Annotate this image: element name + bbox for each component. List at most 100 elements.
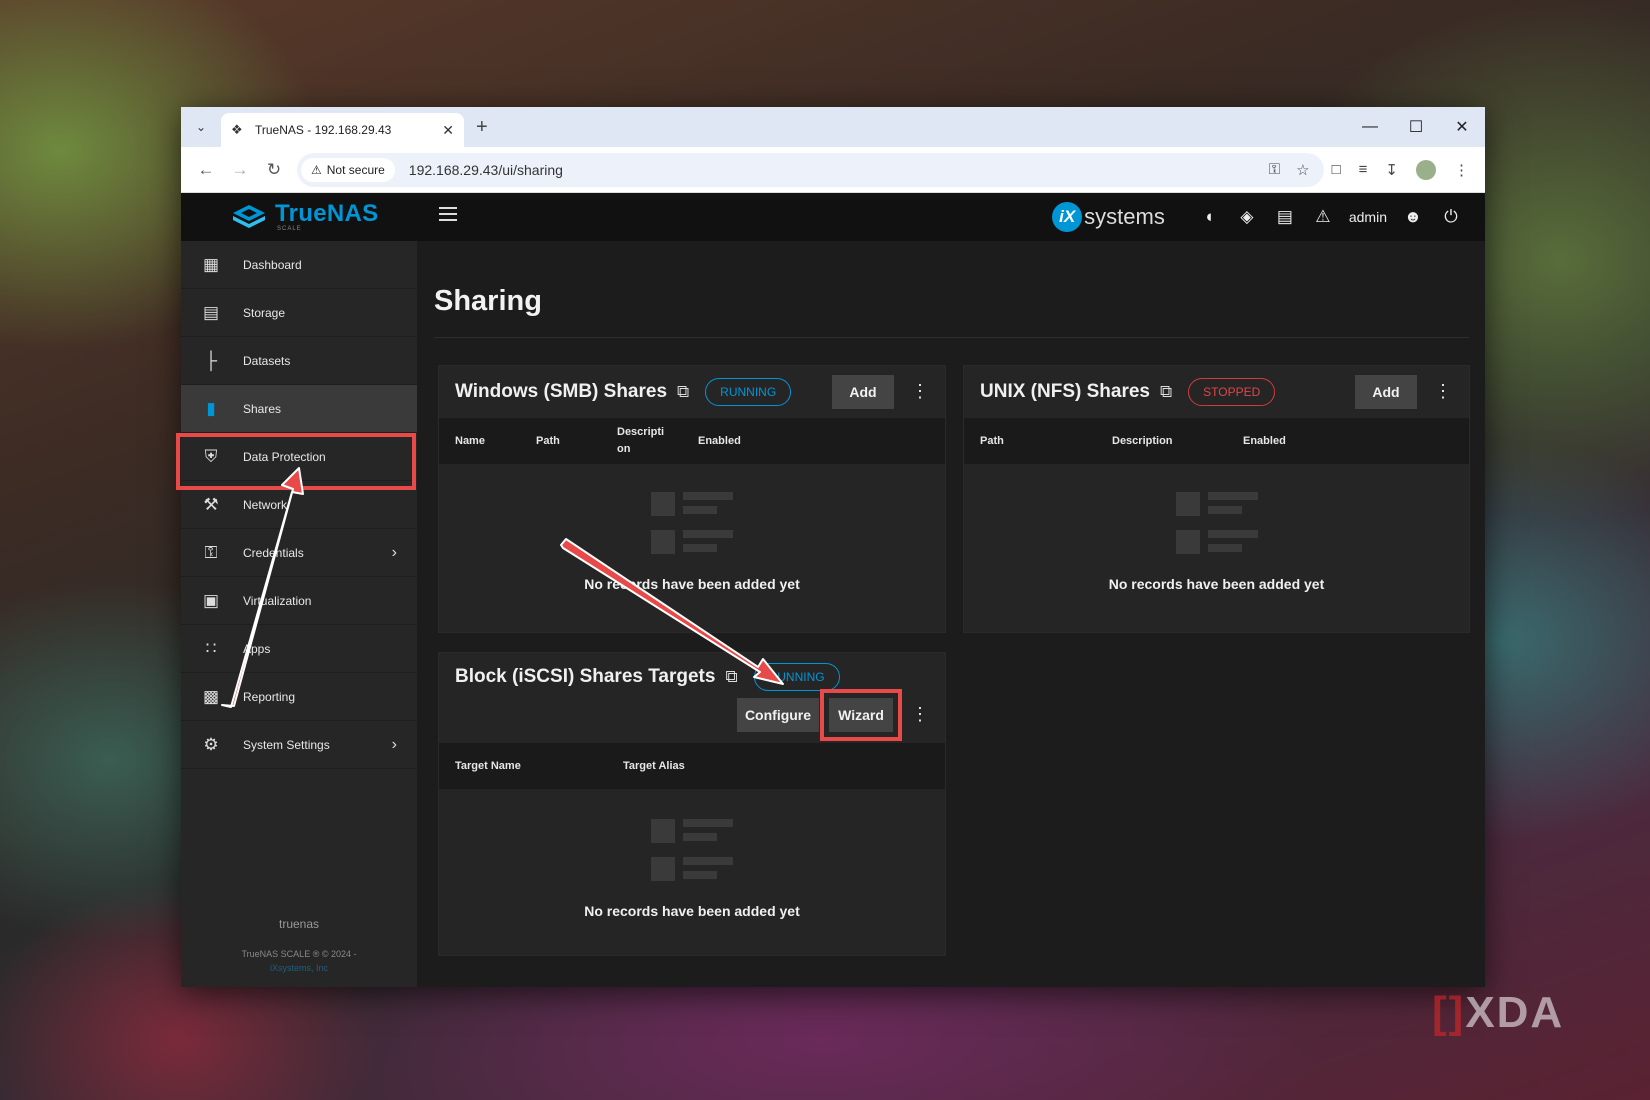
tasks-clipboard-icon[interactable]: ▤ <box>1273 205 1297 229</box>
title-divider <box>434 337 1469 338</box>
sidebar-item-label: Dashboard <box>243 257 302 272</box>
empty-list-icon <box>1175 492 1258 556</box>
truenas-app: TrueNAS SCALE iX systems ◖ ◈ ▤ ⚠ admin ☻ ⏻… <box>176 193 1485 987</box>
minimize-icon[interactable]: — <box>1347 107 1393 147</box>
ix-logo-icon: iX <box>1052 202 1083 232</box>
chevron-right-icon: › <box>391 543 397 561</box>
configure-button[interactable]: Configure <box>737 698 819 732</box>
status-badge: RUNNING <box>705 378 792 406</box>
empty-state-text: No records have been added yet <box>1108 576 1325 592</box>
status-badge: RUNNING <box>753 663 840 691</box>
page-title: Sharing <box>434 285 542 317</box>
account-circle-icon[interactable]: ☻ <box>1401 205 1425 229</box>
external-link-icon[interactable]: ⧉ <box>725 667 737 687</box>
new-tab-icon[interactable]: + <box>476 116 488 139</box>
password-key-icon[interactable]: ⚿ <box>1269 161 1280 179</box>
datasets-icon: ├ <box>204 350 218 370</box>
truenas-logo-icon <box>233 205 265 228</box>
url-text: 192.168.29.43/ui/sharing <box>408 161 563 178</box>
browser-tab[interactable]: ❖ TrueNAS - 192.168.29.43 ✕ <box>221 113 464 147</box>
column-header[interactable]: Path <box>536 418 560 464</box>
sidebar-item-apps[interactable]: ∷ Apps <box>181 625 417 673</box>
sidebar-footer: truenas TrueNAS SCALE ® © 2024 - iXsyste… <box>181 917 417 987</box>
sidebar-item-dashboard[interactable]: ▦ Dashboard <box>181 241 417 289</box>
more-vert-icon[interactable]: ⋮ <box>1434 381 1452 402</box>
column-header[interactable]: Target Alias <box>623 743 685 789</box>
sidebar-item-label: Apps <box>243 641 271 656</box>
sidebar-item-label: Network <box>243 497 288 512</box>
close-window-icon[interactable]: ✕ <box>1439 107 1485 147</box>
copyright-text: TrueNAS SCALE ® © 2024 - <box>241 949 357 959</box>
browser-window: ⌄ ❖ TrueNAS - 192.168.29.43 ✕ + — ☐ ✕ ← … <box>176 107 1485 987</box>
column-header[interactable]: Description <box>1112 418 1173 464</box>
ixsystems-logo[interactable]: iX systems <box>1052 202 1165 232</box>
download-icon[interactable]: ↧ <box>1385 161 1398 179</box>
sidebar-item-label: System Settings <box>243 737 330 752</box>
empty-state-text: No records have been added yet <box>584 576 800 592</box>
profile-avatar[interactable] <box>1416 159 1436 180</box>
truenas-favicon-icon: ❖ <box>231 122 243 137</box>
notifications-bell-icon[interactable]: ⚠ <box>1311 205 1335 229</box>
url-omnibox[interactable]: ⚠ Not secure 192.168.29.43/ui/sharing ⚿ ☆ <box>297 152 1324 187</box>
laptop-icon: ▣ <box>202 590 220 610</box>
hostname: truenas <box>278 917 320 931</box>
column-header[interactable]: Path <box>980 418 1004 464</box>
smb-shares-card: Windows (SMB) Shares ⧉ RUNNING Add ⋮ Nam… <box>438 365 946 633</box>
sidebar-item-virtualization[interactable]: ▣ Virtualization <box>181 577 417 625</box>
column-header[interactable]: Enabled <box>698 418 741 464</box>
column-header[interactable]: Name <box>455 418 485 464</box>
forward-icon[interactable]: → <box>223 160 257 180</box>
wizard-highlight-box <box>820 689 902 741</box>
sidebar-item-datasets[interactable]: ├ Datasets <box>181 337 417 385</box>
hamburger-menu-icon[interactable] <box>439 207 457 221</box>
xda-watermark: []XDA <box>1432 988 1565 1037</box>
sidebar-item-system-settings[interactable]: ⚙ System Settings › <box>181 721 417 769</box>
external-link-icon[interactable]: ⧉ <box>677 382 689 402</box>
username[interactable]: admin <box>1349 209 1387 225</box>
column-header[interactable]: Target Name <box>455 743 521 789</box>
column-header[interactable]: Descripti on <box>617 418 669 464</box>
sidebar-item-label: Datasets <box>243 353 291 368</box>
sidebar-item-reporting[interactable]: ▩ Reporting <box>181 673 417 721</box>
reload-icon[interactable]: ↻ <box>257 160 291 180</box>
column-header[interactable]: Enabled <box>1243 418 1286 464</box>
sidebar-item-label: Reporting <box>243 689 296 704</box>
vendor-name: systems <box>1084 204 1165 229</box>
card-title: Windows (SMB) Shares <box>455 381 668 402</box>
empty-state: No records have been added yet <box>964 492 1469 592</box>
browser-menu-icon[interactable]: ⋮ <box>1454 161 1469 179</box>
back-icon[interactable]: ← <box>189 160 223 180</box>
power-icon[interactable]: ⏻ <box>1439 205 1463 229</box>
company-link[interactable]: iXsystems, Inc <box>181 963 417 973</box>
storage-icon: ▤ <box>202 302 220 322</box>
truenas-logo[interactable]: TrueNAS SCALE <box>229 201 378 232</box>
update-badge-icon[interactable]: ◖ <box>1197 205 1221 229</box>
truecommand-icon[interactable]: ◈ <box>1235 205 1259 229</box>
warning-icon: ⚠ <box>311 162 322 177</box>
table-header: Path Description Enabled <box>964 418 1469 464</box>
extensions-icon[interactable]: □ <box>1332 161 1341 178</box>
security-chip[interactable]: ⚠ Not secure <box>301 157 395 182</box>
empty-state: No records have been added yet <box>439 819 945 919</box>
tab-bar: ⌄ ❖ TrueNAS - 192.168.29.43 ✕ + — ☐ ✕ <box>181 107 1485 147</box>
reporting-icon: ▩ <box>202 686 220 706</box>
sidebar-item-shares[interactable]: ▮ Shares <box>181 385 417 433</box>
close-tab-icon[interactable]: ✕ <box>442 122 454 139</box>
maximize-icon[interactable]: ☐ <box>1393 107 1439 147</box>
tab-search-chevron-icon[interactable]: ⌄ <box>189 115 213 139</box>
main-content: Sharing Windows (SMB) Shares ⧉ RUNNING A… <box>417 241 1485 987</box>
empty-list-icon <box>651 492 733 556</box>
external-link-icon[interactable]: ⧉ <box>1160 382 1172 402</box>
media-control-icon[interactable]: ≡ <box>1359 161 1368 178</box>
empty-state: No records have been added yet <box>439 492 945 592</box>
sidebar-item-credentials[interactable]: ⚿ Credentials › <box>181 529 417 577</box>
empty-state-text: No records have been added yet <box>584 903 800 919</box>
status-badge: STOPPED <box>1188 378 1276 406</box>
gear-icon: ⚙ <box>203 734 219 754</box>
add-nfs-button[interactable]: Add <box>1355 375 1417 409</box>
sidebar-item-storage[interactable]: ▤ Storage <box>181 289 417 337</box>
more-vert-icon[interactable]: ⋮ <box>911 381 929 402</box>
add-smb-button[interactable]: Add <box>832 375 894 409</box>
bookmark-star-icon[interactable]: ☆ <box>1296 161 1309 179</box>
more-vert-icon[interactable]: ⋮ <box>911 704 929 725</box>
